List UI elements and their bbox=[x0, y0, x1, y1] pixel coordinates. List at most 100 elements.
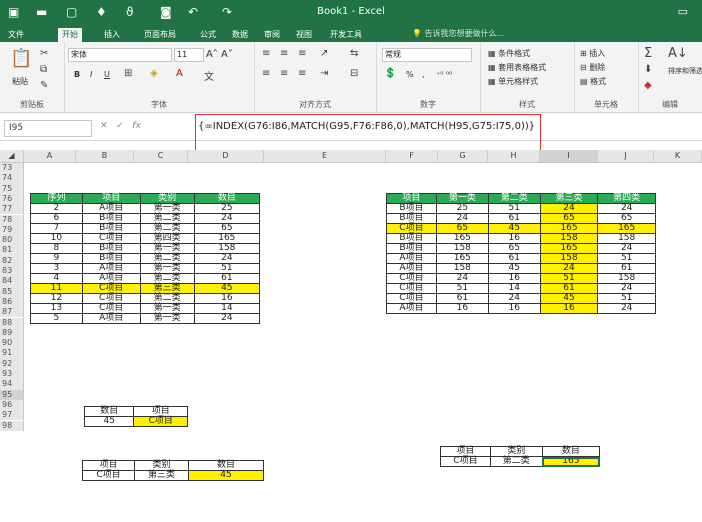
table-cell[interactable]: 3 bbox=[30, 263, 83, 274]
table-cell[interactable]: 45 bbox=[539, 293, 599, 304]
conditional-format-button[interactable]: ▦ 条件格式 bbox=[488, 48, 530, 59]
row-header[interactable]: 86 bbox=[0, 296, 24, 308]
table-cell[interactable]: 51 bbox=[435, 283, 489, 294]
table-cell[interactable]: 61 bbox=[487, 253, 541, 264]
header-cell[interactable]: 数目 bbox=[188, 460, 264, 471]
table-cell[interactable]: C项目 bbox=[440, 456, 491, 467]
table-cell[interactable]: 158 bbox=[193, 243, 261, 254]
tab-data[interactable]: 数据 bbox=[228, 28, 252, 42]
table-cell[interactable]: 10 bbox=[30, 233, 83, 244]
align-bottom-icon[interactable]: ≡ bbox=[298, 48, 306, 59]
table-cell[interactable]: 16 bbox=[487, 303, 541, 314]
table-cell-highlighted[interactable]: C项目 bbox=[133, 416, 188, 427]
table-cell[interactable]: 2 bbox=[30, 203, 83, 214]
table-cell[interactable]: 第一类 bbox=[139, 243, 195, 254]
table-cell[interactable]: 第三类 bbox=[134, 470, 190, 481]
table-cell[interactable]: A项目 bbox=[81, 263, 141, 274]
phonetic-icon[interactable]: 文 bbox=[204, 68, 214, 83]
tab-formulas[interactable]: 公式 bbox=[196, 28, 220, 42]
align-center-icon[interactable]: ≡ bbox=[280, 68, 288, 79]
table-cell[interactable]: B项目 bbox=[81, 223, 141, 234]
table-cell[interactable]: 61 bbox=[539, 283, 599, 294]
table-cell[interactable]: C项目 bbox=[386, 283, 437, 294]
sort-filter-label[interactable]: 排序和筛选 bbox=[668, 66, 702, 76]
row-header[interactable]: 76 bbox=[0, 193, 24, 205]
tab-insert[interactable]: 插入 bbox=[100, 28, 124, 42]
tab-home[interactable]: 开始 bbox=[58, 28, 82, 42]
paste-icon[interactable]: 📋 bbox=[10, 48, 32, 69]
row-header[interactable]: 82 bbox=[0, 255, 24, 266]
table-cell[interactable]: 24 bbox=[193, 313, 261, 324]
table-cell[interactable]: 第三类 bbox=[139, 283, 195, 294]
table-cell[interactable]: 61 bbox=[193, 273, 261, 284]
table-cell[interactable]: 24 bbox=[597, 203, 656, 214]
table-cell[interactable]: 45 bbox=[487, 223, 541, 234]
table-cell[interactable]: 65 bbox=[597, 213, 656, 224]
table-cell[interactable]: 61 bbox=[487, 213, 541, 224]
table-cell[interactable]: C项目 bbox=[81, 283, 141, 294]
name-box[interactable]: I95 bbox=[4, 120, 92, 137]
table-cell[interactable]: 16 bbox=[487, 273, 541, 284]
table-cell[interactable]: B项目 bbox=[81, 253, 141, 264]
table-cell[interactable]: 45 bbox=[193, 283, 261, 294]
header-cell[interactable]: 类别 bbox=[489, 446, 543, 457]
table-cell[interactable]: 24 bbox=[597, 303, 656, 314]
table-cell[interactable]: 51 bbox=[539, 273, 599, 284]
row-header[interactable]: 79 bbox=[0, 224, 24, 236]
comma-icon[interactable]: , bbox=[422, 70, 425, 79]
table-cell[interactable]: 51 bbox=[193, 263, 261, 274]
table-cell[interactable]: 6 bbox=[30, 213, 83, 224]
row-header[interactable]: 75 bbox=[0, 183, 24, 194]
table-cell[interactable]: 24 bbox=[597, 283, 656, 294]
table-cell[interactable]: 25 bbox=[435, 203, 489, 214]
table-cell[interactable]: C项目 bbox=[386, 273, 437, 284]
table-cell[interactable]: 61 bbox=[597, 263, 656, 274]
table-cell[interactable]: C项目 bbox=[81, 303, 141, 314]
tab-page-layout[interactable]: 页面布局 bbox=[140, 28, 180, 42]
autosum-icon[interactable]: Σ bbox=[644, 46, 652, 61]
table-cell[interactable]: A项目 bbox=[386, 253, 437, 264]
table-cell[interactable]: 16 bbox=[539, 303, 599, 314]
table-cell[interactable]: 4 bbox=[30, 273, 83, 284]
header-cell[interactable]: 项目 bbox=[133, 406, 188, 417]
row-header[interactable]: 98 bbox=[0, 420, 24, 431]
table-cell[interactable]: 65 bbox=[193, 223, 261, 234]
clear-icon[interactable]: ◆ bbox=[644, 80, 652, 91]
column-header[interactable]: J bbox=[598, 150, 654, 162]
currency-icon[interactable]: 💲 bbox=[384, 68, 396, 79]
table-cell[interactable]: 11 bbox=[30, 283, 83, 294]
column-header[interactable]: E bbox=[264, 150, 386, 162]
table-cell[interactable]: A项目 bbox=[386, 263, 437, 274]
table-cell[interactable]: 51 bbox=[597, 293, 656, 304]
font-name-select[interactable]: 宋体 bbox=[68, 48, 172, 62]
row-header[interactable]: 81 bbox=[0, 245, 24, 256]
table-cell[interactable]: 65 bbox=[539, 213, 599, 224]
row-header[interactable]: 88 bbox=[0, 317, 24, 328]
fill-icon[interactable]: ⬇ bbox=[644, 64, 652, 75]
table-cell[interactable]: 16 bbox=[435, 303, 489, 314]
row-header[interactable]: 96 bbox=[0, 399, 24, 411]
table-cell[interactable]: B项目 bbox=[386, 243, 437, 254]
row-header[interactable]: 78 bbox=[0, 214, 24, 225]
row-header[interactable]: 80 bbox=[0, 235, 24, 246]
column-header[interactable]: H bbox=[488, 150, 540, 162]
table-cell[interactable]: 7 bbox=[30, 223, 83, 234]
header-cell[interactable]: 第三类 bbox=[539, 193, 599, 204]
table-cell[interactable]: B项目 bbox=[386, 213, 437, 224]
table-cell[interactable]: B项目 bbox=[81, 213, 141, 224]
sort-filter-icon[interactable]: A↓ bbox=[668, 46, 688, 61]
table-cell[interactable]: B项目 bbox=[386, 233, 437, 244]
column-header[interactable]: B bbox=[76, 150, 134, 162]
border-icon[interactable]: ⊞ bbox=[124, 68, 132, 79]
table-cell[interactable]: 158 bbox=[435, 243, 489, 254]
tab-review[interactable]: 审阅 bbox=[260, 28, 284, 42]
header-cell[interactable]: 项目 bbox=[440, 446, 491, 457]
table-cell[interactable]: C项目 bbox=[81, 293, 141, 304]
header-cell[interactable]: 类别 bbox=[139, 193, 195, 204]
table-cell[interactable]: 165 bbox=[597, 223, 656, 234]
header-cell[interactable]: 第二类 bbox=[487, 193, 541, 204]
table-cell-highlighted[interactable]: 45 bbox=[188, 470, 264, 481]
orientation-icon[interactable]: ↗ bbox=[320, 48, 328, 59]
copy-icon[interactable]: ⧉ bbox=[40, 64, 47, 75]
column-header-selected[interactable]: I bbox=[540, 150, 598, 162]
